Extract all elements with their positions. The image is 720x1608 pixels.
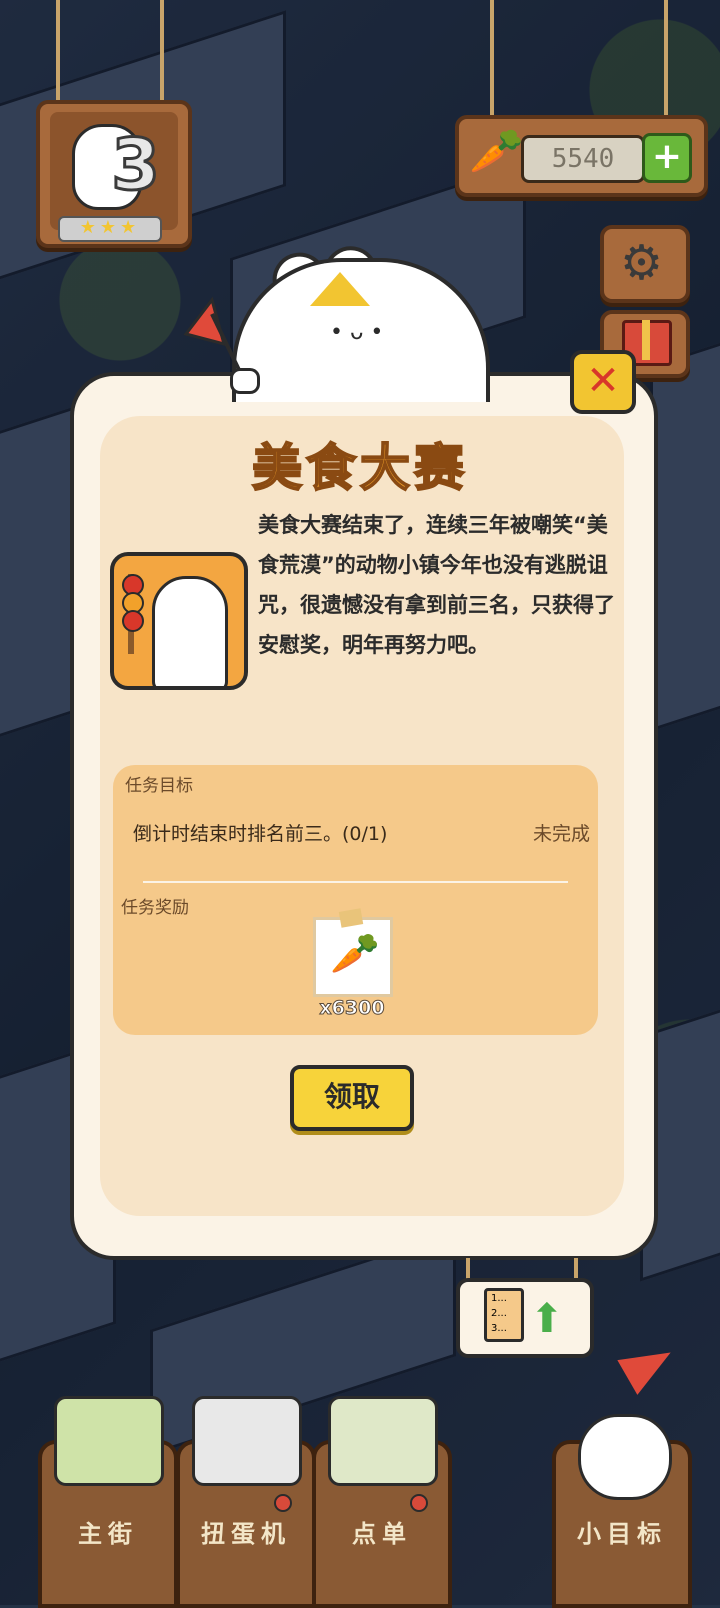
notification-dot — [410, 1494, 428, 1512]
mascot-hand — [230, 368, 260, 394]
rabbit-paw-icon — [578, 1414, 672, 1500]
story-text: 美食大赛结束了，连续三年被嘲笑“美食荒漠”的动物小镇今年也没有逃脱诅咒，很遗憾没… — [258, 513, 615, 657]
dock-label: 小目标 — [577, 1520, 667, 1548]
task-panel: 任务目标 倒计时结束时排名前三。(0/1) 未完成 任务奖励 🥕 x6300 — [113, 765, 598, 1035]
reward-quantity: x6300 — [319, 997, 385, 1020]
map-icon — [54, 1396, 164, 1486]
dock-label: 扭蛋机 — [201, 1520, 291, 1548]
carrot-icon: 🥕 — [469, 126, 524, 177]
level-number: 3 — [110, 123, 162, 208]
dock-item-main-street[interactable]: 主街 — [38, 1396, 178, 1608]
story-illustration — [110, 552, 248, 690]
dock-item-gacha[interactable]: 扭蛋机 — [176, 1396, 316, 1608]
carrot-icon: 🥕 — [330, 931, 380, 977]
notification-dot — [274, 1494, 292, 1512]
task-goal-text: 倒计时结束时排名前三。(0/1) — [133, 823, 388, 845]
level-panel: 3 — [50, 112, 178, 230]
rope — [664, 0, 668, 120]
claim-button[interactable]: 领取 — [290, 1065, 414, 1131]
tape — [338, 908, 364, 928]
dock-label: 点单 — [352, 1520, 412, 1548]
dock-item-order[interactable]: 点单 — [312, 1396, 452, 1608]
rope — [466, 1258, 470, 1280]
task-goal-header: 任务目标 — [125, 776, 193, 796]
level-stars: ★★★ — [58, 216, 162, 242]
close-button[interactable]: ✕ — [570, 350, 636, 414]
order-list-icon — [328, 1396, 438, 1486]
add-carrots-button[interactable]: + — [642, 133, 692, 183]
settings-button[interactable]: ⚙ — [600, 225, 690, 303]
carrot-count: 5540 — [521, 135, 645, 183]
task-reward-header: 任务奖励 — [121, 898, 189, 918]
level-badge[interactable]: 3 ★★★ — [36, 100, 192, 248]
rope — [160, 0, 164, 104]
crown-icon — [310, 272, 370, 312]
rope — [574, 1258, 578, 1280]
divider — [143, 881, 568, 883]
task-status: 未完成 — [532, 823, 590, 845]
rope — [56, 0, 60, 104]
flag-icon — [183, 296, 242, 373]
rope — [490, 0, 494, 120]
bunny-eating-icon — [152, 576, 228, 686]
dock-label: 主街 — [78, 1520, 138, 1548]
up-arrow-icon: ⬆ — [530, 1296, 564, 1342]
food-skewer-icon — [122, 574, 144, 654]
clipboard-icon: 1... 2... 3... — [484, 1288, 524, 1342]
task-list-sign[interactable]: 1... 2... 3... ⬆ — [456, 1278, 594, 1358]
dialog-title: 美食大赛 — [251, 438, 468, 498]
reward-item[interactable]: 🥕 — [313, 908, 393, 997]
dock-item-small-goal[interactable]: 小目标 — [552, 1414, 692, 1608]
gear-icon: ⚙ — [620, 235, 664, 291]
mascot-face: • ᴗ • — [330, 320, 384, 345]
gacha-machine-icon — [192, 1396, 302, 1486]
bottom-dock: 主街 扭蛋机 点单 小目标 — [0, 1380, 720, 1608]
carrot-currency-bar: 🥕 5540 + — [455, 115, 708, 197]
